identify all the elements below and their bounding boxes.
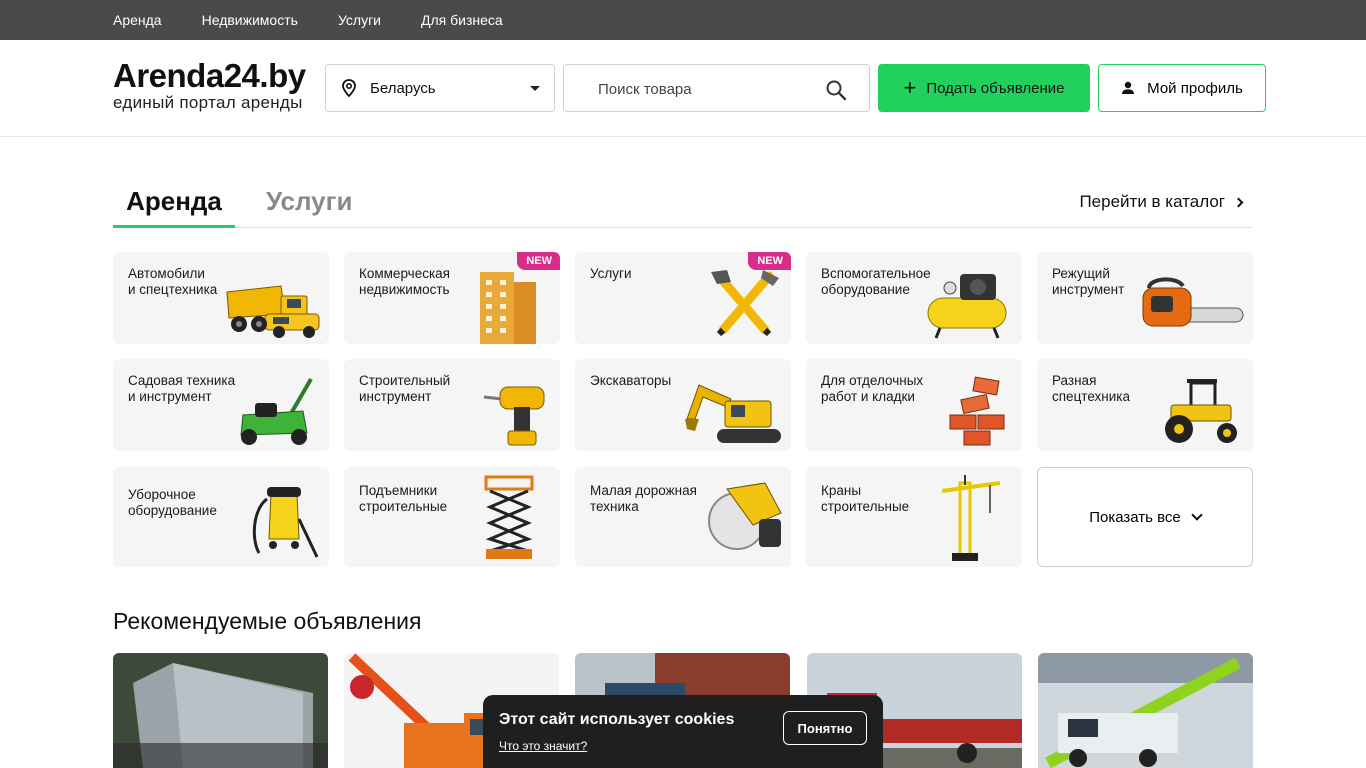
logo-subtitle: единый портал аренды xyxy=(113,93,303,112)
category-label: Режущий инструмент xyxy=(1052,266,1125,297)
category-card-vehicles[interactable]: Автомобили и спецтехника xyxy=(113,252,329,344)
chevron-down-icon xyxy=(1191,509,1203,521)
lawnmower-icon xyxy=(240,377,313,445)
region-select[interactable]: Беларусь xyxy=(325,64,555,112)
top-nav-realty[interactable]: Недвижимость xyxy=(202,12,298,28)
listing-card[interactable] xyxy=(113,653,328,768)
category-label: Уборочное оборудование xyxy=(128,487,217,518)
scissor-lift-icon xyxy=(484,475,534,559)
post-ad-button[interactable]: + Подать объявление xyxy=(878,64,1090,112)
category-card-cleaning[interactable]: Уборочное оборудование xyxy=(113,467,329,567)
search-icon[interactable] xyxy=(825,79,847,101)
category-card-lifts[interactable]: Подъемники строительные xyxy=(344,467,560,567)
listing-image xyxy=(113,653,328,768)
category-card-services[interactable]: Услуги NEW xyxy=(575,252,791,344)
listing-image xyxy=(1038,653,1253,768)
logo-title: Arenda24.by xyxy=(113,57,306,94)
catalog-link[interactable]: Перейти в каталог xyxy=(1079,192,1244,212)
cutter-icon xyxy=(708,482,782,550)
category-label: Коммерческая недвижимость xyxy=(359,266,450,297)
category-card-finishing-masonry[interactable]: Для отделочных работ и кладки xyxy=(806,359,1022,451)
category-card-misc-machinery[interactable]: Разная спецтехника xyxy=(1037,359,1253,451)
site-header: Arenda24.by единый портал аренды Беларус… xyxy=(0,40,1366,137)
top-nav-services[interactable]: Услуги xyxy=(338,12,381,28)
listing-card[interactable] xyxy=(1038,653,1253,768)
post-ad-label: Подать объявление xyxy=(926,79,1065,97)
category-label: Садовая техника и инструмент xyxy=(128,373,236,404)
category-card-cutting-tools[interactable]: Режущий инструмент xyxy=(1037,252,1253,344)
category-label: Разная спецтехника xyxy=(1052,373,1131,404)
category-label: Экскаваторы xyxy=(590,373,672,388)
cookie-banner: Этот сайт использует cookies Что это зна… xyxy=(483,695,883,768)
region-value: Беларусь xyxy=(370,79,436,97)
recommended-heading: Рекомендуемые объявления xyxy=(113,608,422,634)
category-label: Подъемники строительные xyxy=(359,483,448,514)
bricks-icon xyxy=(949,376,1005,446)
category-card-garden[interactable]: Садовая техника и инструмент xyxy=(113,359,329,451)
top-nav-arenda[interactable]: Аренда xyxy=(113,12,162,28)
drill-icon xyxy=(483,386,545,446)
category-label: Вспомогательное оборудование xyxy=(821,266,931,297)
top-nav: Аренда Недвижимость Услуги Для бизнеса xyxy=(113,0,503,40)
compressor-icon xyxy=(927,274,1007,339)
category-card-commercial-realty[interactable]: Коммерческая недвижимость NEW xyxy=(344,252,560,344)
category-label: Автомобили и спецтехника xyxy=(128,266,218,297)
chevron-down-icon xyxy=(530,85,540,91)
cookie-info-link[interactable]: Что это значит? xyxy=(499,739,587,753)
tab-arenda[interactable]: Аренда xyxy=(113,186,235,228)
category-card-construction-tools[interactable]: Строительный инструмент xyxy=(344,359,560,451)
dump-truck-icon xyxy=(226,285,320,338)
tower-crane-icon xyxy=(941,475,1001,561)
show-all-button[interactable]: Показать все xyxy=(1037,467,1253,567)
site-logo[interactable]: Arenda24.by единый портал аренды xyxy=(113,58,306,112)
plus-icon: + xyxy=(903,75,917,100)
category-tabs: Аренда Услуги Перейти в каталог xyxy=(113,180,1252,228)
tab-services[interactable]: Услуги xyxy=(266,186,352,228)
catalog-link-label: Перейти в каталог xyxy=(1079,192,1225,211)
category-label: Малая дорожная техника xyxy=(590,483,697,514)
top-nav-business[interactable]: Для бизнеса xyxy=(421,12,503,28)
show-all-label: Показать все xyxy=(1089,508,1181,526)
hammer-wrench-icon xyxy=(711,270,779,337)
category-label: Строительный инструмент xyxy=(359,373,451,404)
building-icon xyxy=(480,272,536,344)
location-pin-icon xyxy=(342,79,356,97)
category-label: Краны строительные xyxy=(821,483,910,514)
cookie-title: Этот сайт использует cookies xyxy=(499,711,735,728)
category-card-road-equipment[interactable]: Малая дорожная техника xyxy=(575,467,791,567)
excavator-icon xyxy=(685,384,781,443)
user-icon xyxy=(1122,81,1135,94)
top-navigation-bar: Аренда Недвижимость Услуги Для бизнеса xyxy=(0,0,1366,40)
category-card-aux-equipment[interactable]: Вспомогательное оборудование xyxy=(806,252,1022,344)
category-card-cranes[interactable]: Краны строительные xyxy=(806,467,1022,567)
cookie-accept-button[interactable]: Понятно xyxy=(783,711,867,745)
search-box xyxy=(563,64,870,112)
category-card-excavators[interactable]: Экскаваторы xyxy=(575,359,791,451)
tractor-icon xyxy=(1165,379,1237,443)
chainsaw-icon xyxy=(1142,277,1244,327)
search-input[interactable] xyxy=(598,77,818,101)
vacuum-icon xyxy=(252,487,319,558)
chevron-right-icon xyxy=(1233,197,1244,207)
category-label: Услуги xyxy=(590,266,632,281)
category-label: Для отделочных работ и кладки xyxy=(821,373,924,404)
profile-label: Мой профиль xyxy=(1147,79,1243,97)
profile-button[interactable]: Мой профиль xyxy=(1098,64,1266,112)
